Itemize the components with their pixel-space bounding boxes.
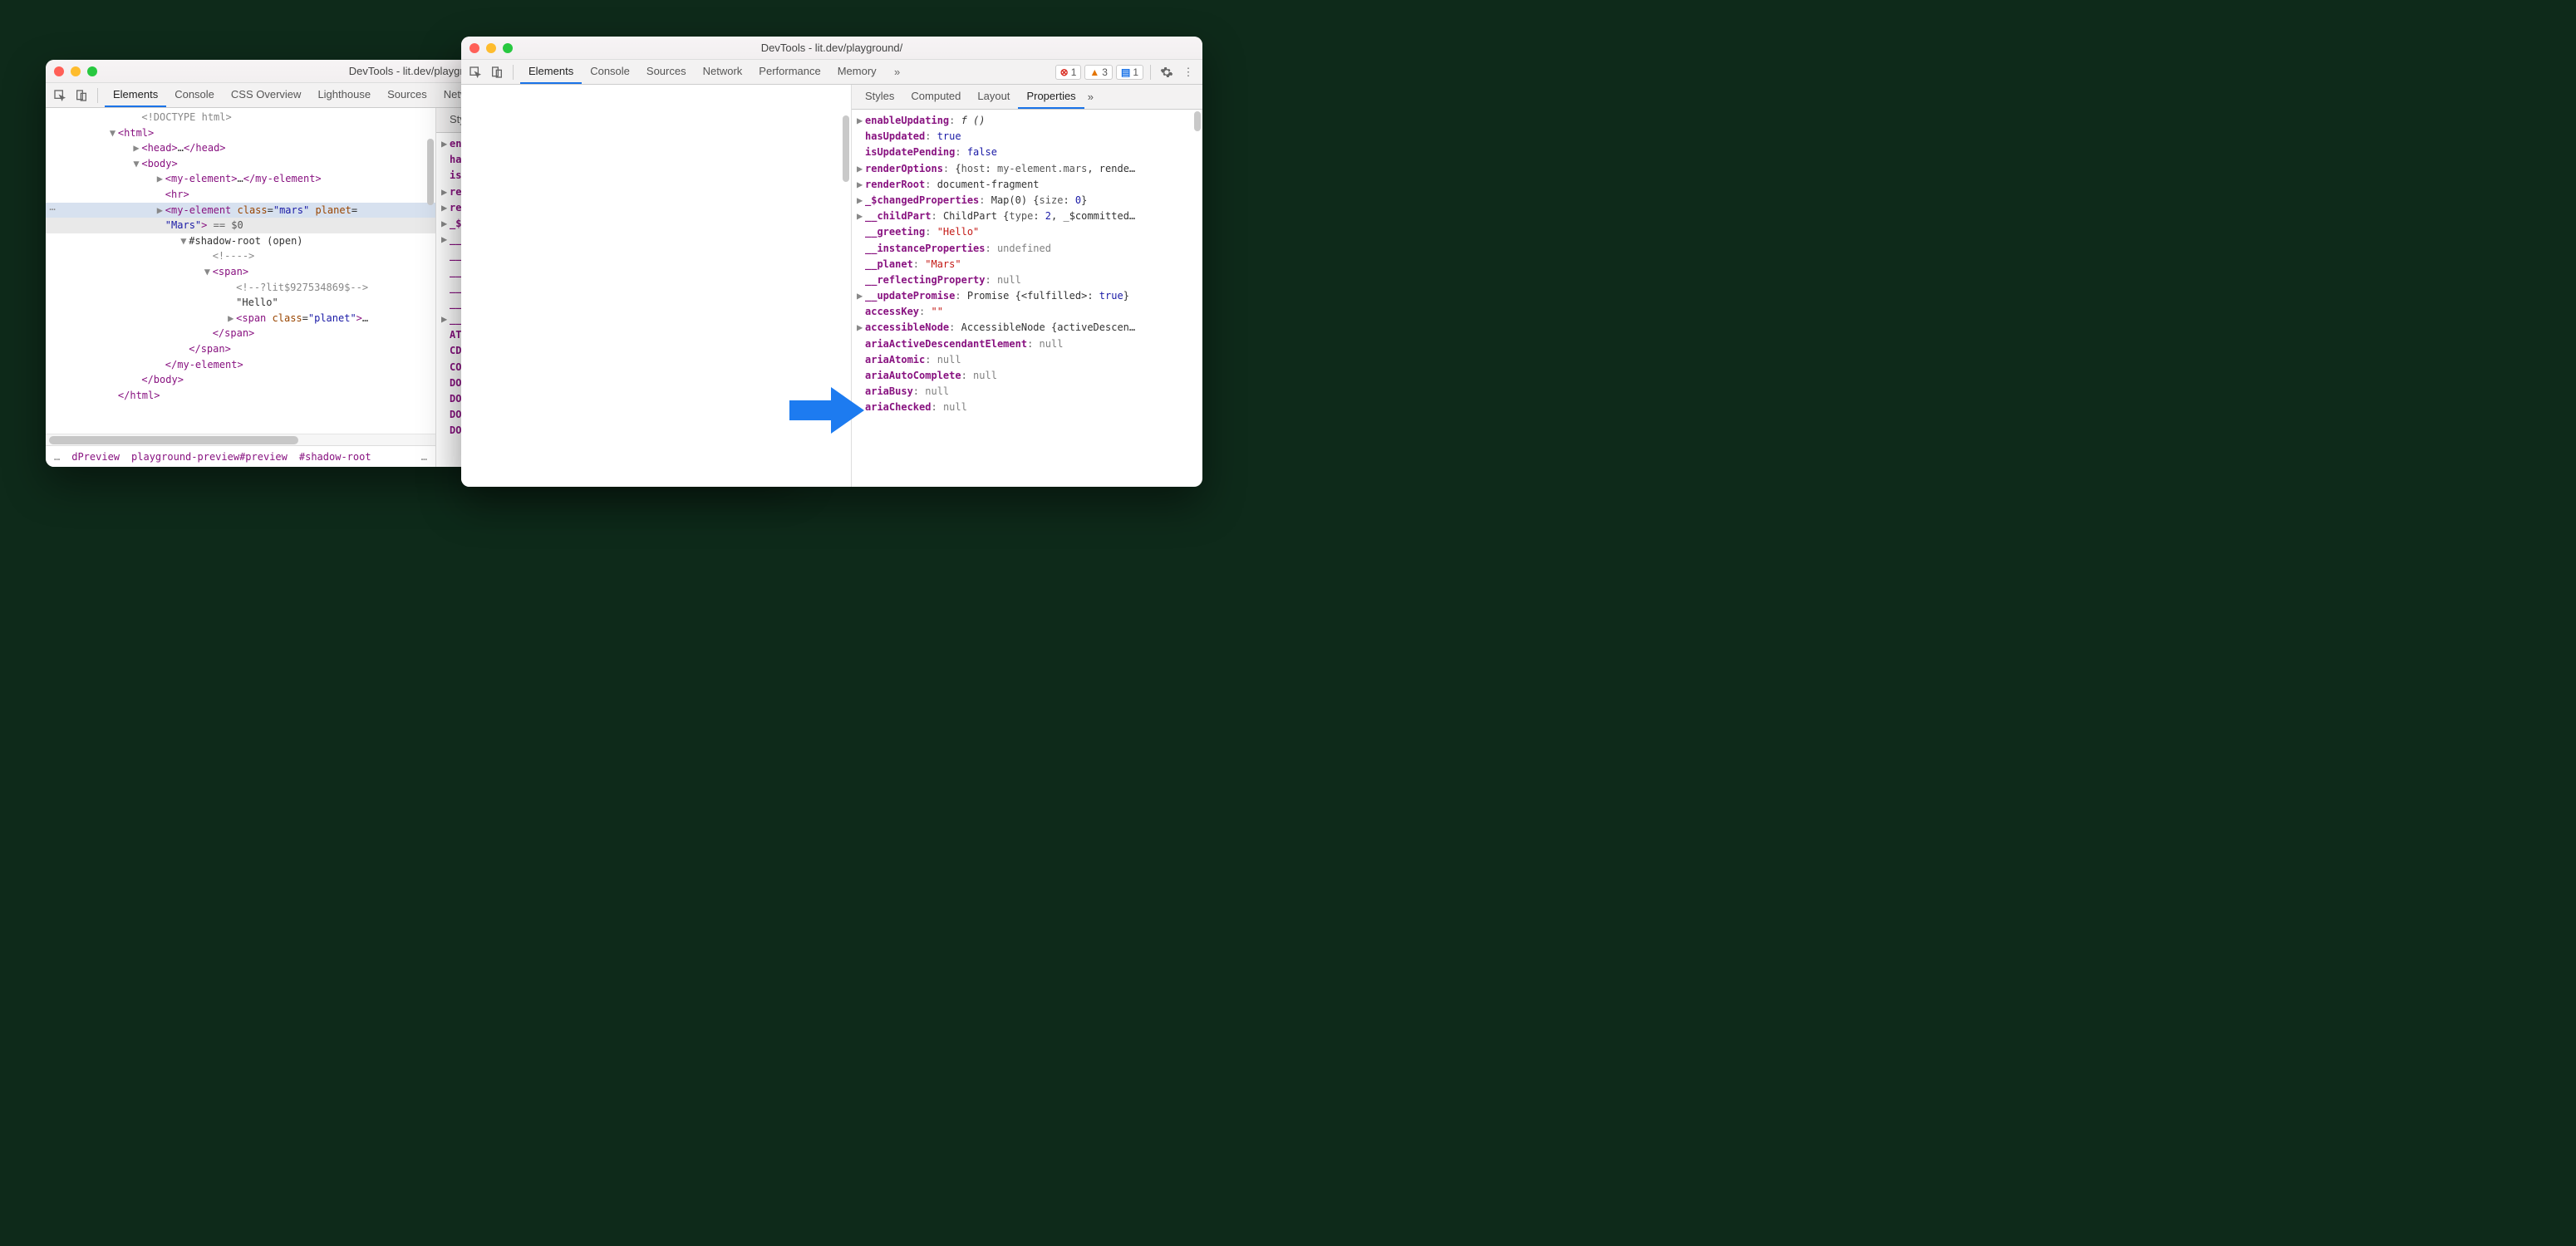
property-row[interactable]: accessKey: "" [857, 304, 1197, 320]
breadcrumb: … dPreview playground-preview#preview #sha… [46, 445, 435, 467]
dom-node[interactable]: </span> [46, 341, 435, 357]
separator [97, 88, 98, 103]
minimize-icon[interactable] [486, 43, 496, 53]
dom-node[interactable]: ⋯ ▶<my-element class="mars" planet= [46, 203, 435, 218]
property-row[interactable]: ▶enableUpdating: f () [857, 113, 1197, 129]
more-tabs-icon[interactable]: » [888, 63, 907, 81]
panel-tabs: ElementsConsoleSourcesNetworkPerformance… [520, 60, 885, 84]
tab-performance[interactable]: Performance [750, 60, 828, 84]
tab-console[interactable]: Console [166, 83, 223, 107]
tab-computed[interactable]: Computed [902, 85, 969, 109]
close-icon[interactable] [469, 43, 479, 53]
property-row[interactable]: ▶__childPart: ChildPart {type: 2, _$comm… [857, 208, 1197, 224]
dom-node[interactable]: <hr> [46, 187, 435, 203]
separator [513, 65, 514, 80]
window-title: DevTools - lit.dev/playground/ [461, 42, 1202, 54]
h-scrollbar[interactable] [46, 434, 435, 445]
tab-styles[interactable]: Styles [857, 85, 902, 109]
arrow-icon [789, 384, 864, 437]
kebab-icon[interactable]: ⋮ [1179, 63, 1197, 81]
dom-node[interactable]: <!DOCTYPE html> [46, 110, 435, 125]
property-row[interactable]: __greeting: "Hello" [857, 224, 1197, 240]
traffic-lights [469, 43, 513, 53]
tab-network[interactable]: Network [695, 60, 751, 84]
sidebar-tabs: StylesComputedLayoutProperties » [852, 85, 1202, 110]
separator [1150, 65, 1151, 80]
breadcrumb-item[interactable]: #shadow-root [299, 451, 371, 463]
dom-node[interactable]: ▼<body> [46, 156, 435, 172]
property-row[interactable]: ▶renderOptions: {host: my-element.mars, … [857, 161, 1197, 177]
inspect-icon[interactable] [51, 86, 69, 105]
gear-icon[interactable] [1158, 63, 1176, 81]
messages-badge[interactable]: ▤1 [1116, 65, 1143, 80]
property-row[interactable]: hasUpdated: true [857, 129, 1197, 145]
property-row[interactable]: isUpdatePending: false [857, 145, 1197, 160]
tab-layout[interactable]: Layout [969, 85, 1018, 109]
device-toggle-icon[interactable] [72, 86, 91, 105]
property-row[interactable]: ariaAutoComplete: null [857, 368, 1197, 384]
more-tabs-icon[interactable]: » [1088, 91, 1094, 103]
property-row[interactable]: ariaChecked: null [857, 400, 1197, 415]
property-row[interactable]: ▶renderRoot: document-fragment [857, 177, 1197, 193]
device-toggle-icon[interactable] [488, 63, 506, 81]
tab-elements[interactable]: Elements [520, 60, 582, 84]
sidebar-pane: StylesComputedLayoutProperties » ▶enable… [852, 85, 1202, 487]
crumb-overflow-left[interactable]: … [54, 451, 60, 463]
breadcrumb-item[interactable]: dPreview [71, 451, 120, 463]
dom-node[interactable]: <!--?lit$927534869$--> [46, 280, 435, 296]
inspect-icon[interactable] [466, 63, 484, 81]
titlebar[interactable]: DevTools - lit.dev/playground/ [461, 37, 1202, 60]
dom-node[interactable]: "Hello" [46, 295, 435, 311]
property-row[interactable]: ▶__updatePromise: Promise {<fulfilled>: … [857, 288, 1197, 304]
dom-node[interactable]: </html> [46, 388, 435, 404]
properties-list[interactable]: ▶enableUpdating: f ()hasUpdated: trueisU… [852, 110, 1202, 487]
dom-node[interactable]: ▶<my-element>…</my-element> [46, 171, 435, 187]
messages-count: 1 [1133, 66, 1138, 78]
errors-badge[interactable]: ⊗1 [1055, 65, 1082, 80]
dom-node[interactable]: </span> [46, 326, 435, 341]
property-row[interactable]: ▶accessibleNode: AccessibleNode {activeD… [857, 320, 1197, 336]
tab-properties[interactable]: Properties [1018, 85, 1084, 109]
tab-console[interactable]: Console [582, 60, 638, 84]
property-row[interactable]: __planet: "Mars" [857, 257, 1197, 272]
dom-node[interactable]: ▼<html> [46, 125, 435, 141]
breadcrumb-item[interactable]: playground-preview#preview [131, 451, 288, 463]
dom-node[interactable]: ▶<span class="planet">… [46, 311, 435, 326]
dom-tree[interactable]: <!DOCTYPE html> ▼<html> ▶<head>…</head> … [46, 108, 435, 434]
panel-tabs: ElementsConsoleCSS OverviewLighthouseSou… [105, 83, 491, 107]
property-row[interactable]: ariaBusy: null [857, 384, 1197, 400]
dom-node[interactable]: ▶<head>…</head> [46, 140, 435, 156]
dom-node[interactable]: ▼#shadow-root (open) [46, 233, 435, 249]
tab-lighthouse[interactable]: Lighthouse [309, 83, 379, 107]
zoom-icon[interactable] [503, 43, 513, 53]
dom-node[interactable]: ▼<span> [46, 264, 435, 280]
property-row[interactable]: __reflectingProperty: null [857, 272, 1197, 288]
dom-node[interactable]: </body> [46, 372, 435, 388]
tab-css-overview[interactable]: CSS Overview [223, 83, 310, 107]
dom-node[interactable]: "Mars"> == $0 [46, 218, 435, 233]
close-icon[interactable] [54, 66, 64, 76]
property-row[interactable]: ▶_$changedProperties: Map(0) {size: 0} [857, 193, 1197, 208]
tab-sources[interactable]: Sources [379, 83, 435, 107]
dom-node[interactable]: </my-element> [46, 357, 435, 373]
dom-node[interactable]: <!----> [46, 248, 435, 264]
tab-sources[interactable]: Sources [638, 60, 695, 84]
tab-elements[interactable]: Elements [105, 83, 166, 107]
property-row[interactable]: __instanceProperties: undefined [857, 241, 1197, 257]
property-row[interactable]: ariaActiveDescendantElement: null [857, 336, 1197, 352]
zoom-icon[interactable] [87, 66, 97, 76]
main-toolbar: ElementsConsoleSourcesNetworkPerformance… [461, 60, 1202, 85]
property-row[interactable]: ariaAtomic: null [857, 352, 1197, 368]
elements-pane: <!DOCTYPE html> ▼<html> ▶<head>…</head> … [46, 108, 436, 467]
errors-count: 1 [1071, 66, 1077, 78]
minimize-icon[interactable] [71, 66, 81, 76]
tab-memory[interactable]: Memory [829, 60, 885, 84]
warnings-badge[interactable]: ▲3 [1084, 65, 1113, 80]
warnings-count: 3 [1102, 66, 1108, 78]
traffic-lights [54, 66, 97, 76]
crumb-overflow-right[interactable]: … [421, 451, 427, 463]
